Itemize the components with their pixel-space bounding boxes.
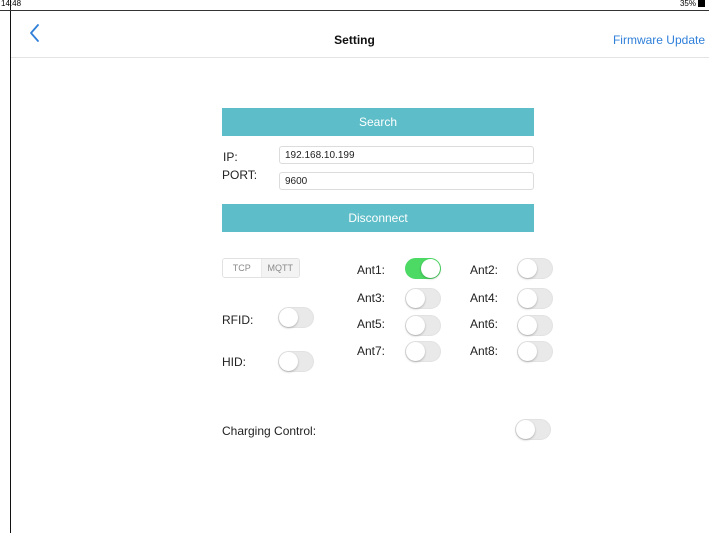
status-battery: 35% — [680, 0, 705, 8]
ip-field[interactable]: 192.168.10.199 — [279, 146, 534, 164]
hid-label: HID: — [222, 355, 246, 369]
ant4-label: Ant4: — [470, 291, 499, 305]
ant8-label: Ant8: — [470, 344, 499, 358]
hid-toggle[interactable] — [278, 351, 314, 372]
ant4-toggle[interactable] — [517, 288, 553, 309]
window-frame-edge — [10, 0, 11, 533]
status-time: 14:48 — [1, 0, 22, 8]
toggle-knob — [518, 342, 537, 361]
toggle-knob — [518, 259, 537, 278]
toggle-knob — [516, 420, 535, 439]
ant2-toggle[interactable] — [517, 258, 553, 279]
ant3-label: Ant3: — [357, 291, 386, 305]
ant6-label: Ant6: — [470, 317, 499, 331]
toggle-knob — [406, 342, 425, 361]
protocol-tcp-option[interactable]: TCP — [223, 259, 262, 277]
toggle-knob — [518, 316, 537, 335]
port-label: PORT: — [222, 168, 258, 182]
ant5-label: Ant5: — [357, 317, 386, 331]
ant1-toggle[interactable] — [405, 258, 441, 279]
rfid-toggle[interactable] — [278, 307, 314, 328]
charging-control-toggle[interactable] — [515, 419, 551, 440]
ip-label: IP: — [223, 150, 238, 164]
toggle-knob — [406, 289, 425, 308]
ant6-toggle[interactable] — [517, 315, 553, 336]
port-field[interactable]: 9600 — [279, 172, 534, 190]
search-button[interactable]: Search — [222, 108, 534, 136]
ant1-label: Ant1: — [357, 263, 386, 277]
ant5-toggle[interactable] — [405, 315, 441, 336]
disconnect-button[interactable]: Disconnect — [222, 204, 534, 232]
toggle-knob — [406, 316, 425, 335]
toggle-knob — [279, 352, 298, 371]
firmware-update-button[interactable]: Firmware Update — [613, 33, 705, 47]
navigation-bar: Setting Firmware Update — [11, 11, 709, 58]
toggle-knob — [279, 308, 298, 327]
rfid-label: RFID: — [222, 313, 254, 327]
ant2-label: Ant2: — [470, 263, 499, 277]
battery-icon — [698, 0, 705, 8]
charging-control-label: Charging Control: — [222, 424, 317, 438]
ant8-toggle[interactable] — [517, 341, 553, 362]
protocol-segmented-control: TCP MQTT — [222, 258, 300, 278]
toggle-knob — [421, 259, 440, 278]
battery-percent: 35% — [679, 0, 696, 8]
ant7-label: Ant7: — [357, 344, 386, 358]
protocol-mqtt-option[interactable]: MQTT — [261, 259, 299, 277]
status-bar: 14:48 35% — [0, 0, 709, 11]
ant3-toggle[interactable] — [405, 288, 441, 309]
page-title: Setting — [334, 33, 375, 47]
toggle-knob — [518, 289, 537, 308]
ant7-toggle[interactable] — [405, 341, 441, 362]
